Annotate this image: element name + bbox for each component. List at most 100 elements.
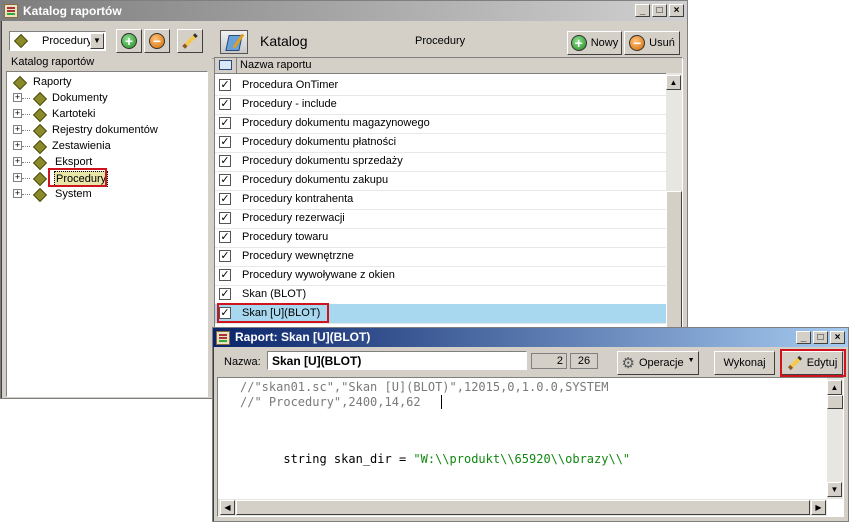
checkbox[interactable]: ✓ [219,288,231,300]
tree-label: Zestawienia [52,140,111,152]
report-name: Procedury dokumentu sprzedaży [242,155,403,167]
scroll-thumb[interactable] [827,395,843,409]
report-type-combo[interactable]: Procedury ▼ [9,31,106,51]
checkbox[interactable]: ✓ [219,79,231,91]
combo-value: Procedury [42,35,93,47]
minus-icon: − [149,33,165,49]
report-name: Skan (BLOT) [242,288,307,300]
report-row[interactable]: ✓ Procedury - include [215,95,666,115]
checkbox[interactable]: ✓ [219,174,231,186]
report-row[interactable]: ✓ Procedury rezerwacji [215,209,666,229]
chevron-down-icon[interactable]: ▼ [90,33,104,49]
report-name: Procedury kontrahenta [242,193,354,205]
report-name: Procedury wewnętrzne [242,250,354,262]
report-name: Procedury dokumentu zakupu [242,174,389,186]
annotation-box-selected-row [217,303,329,323]
expand-icon[interactable]: + [13,189,22,198]
remove-button[interactable]: − [144,29,170,53]
close-button[interactable]: × [830,331,845,344]
select-all-checkbox-icon[interactable] [219,60,232,70]
close-button[interactable]: × [669,4,684,17]
catalog-tree[interactable]: Raporty + Dokumenty + Kartoteki + Rejest… [6,71,208,397]
scroll-down-icon[interactable]: ▼ [827,482,842,497]
catalog-header-title: Katalog [260,33,308,49]
expand-icon[interactable]: + [13,141,22,150]
edit-folder-button[interactable] [177,29,203,53]
checkbox[interactable]: ✓ [219,212,231,224]
expand-icon[interactable]: + [13,109,22,118]
execute-label: Wykonaj [723,357,766,369]
report-titlebar[interactable]: Raport: Skan [U](BLOT) _ □ × [213,328,848,347]
report-row[interactable]: ✓ Procedury wewnętrzne [215,247,666,267]
report-row[interactable]: ✓ Procedury dokumentu sprzedaży [215,152,666,172]
code-line-2: //" Procedury",2400,14,62 [240,395,421,409]
name-value: Skan [U](BLOT) [272,354,362,368]
minus-icon: − [629,35,646,51]
list-column-header[interactable]: Nazwa raportu [215,58,682,74]
report-row[interactable]: ✓ Procedury towaru [215,228,666,248]
expand-icon[interactable]: + [13,93,22,102]
report-row[interactable]: ✓ Procedury dokumentu magazynowego [215,114,666,134]
expand-icon[interactable]: + [13,125,22,134]
diamond-icon [32,107,48,123]
code-line-5: string skan_dir = "W:\\produkt\\65920\\o… [240,438,630,480]
plus-icon: + [121,33,137,49]
checkbox[interactable]: ✓ [219,231,231,243]
column-name-header: Nazwa raportu [240,59,312,71]
diamond-icon [12,75,28,91]
scroll-left-icon[interactable]: ◀ [220,500,235,515]
report-icon [216,331,230,345]
delete-report-button[interactable]: − Usuń [624,31,680,55]
add-button[interactable]: + [116,29,142,53]
delete-report-label: Usuń [649,37,675,49]
catalog-header-subtitle: Procedury [415,35,466,47]
checkbox[interactable]: ✓ [219,193,231,205]
report-row[interactable]: ✓ Procedury dokumentu zakupu [215,171,666,191]
checkbox[interactable]: ✓ [219,250,231,262]
code-editor[interactable]: //"skan01.sc","Skan [U](BLOT)",12015,0,1… [217,377,844,517]
report-row[interactable]: ✓ Skan (BLOT) [215,285,666,305]
expand-icon[interactable]: + [13,157,22,166]
execute-button[interactable]: Wykonaj [714,351,775,375]
catalog-title: Katalog raportów [23,4,122,18]
checkbox[interactable]: ✓ [219,98,231,110]
report-catalog-icon [4,4,18,18]
report-name: Procedury wywoływane z okien [242,269,395,281]
editor-vscrollbar[interactable]: ▲ ▼ [827,378,843,499]
report-row[interactable]: ✓ Procedury wywoływane z okien [215,266,666,286]
scroll-right-icon[interactable]: ▶ [811,500,826,515]
scroll-up-icon[interactable]: ▲ [666,75,681,90]
hscroll-thumb[interactable] [236,500,810,515]
report-name: Procedury towaru [242,231,329,243]
report-row[interactable]: ✓ Procedury dokumentu płatności [215,133,666,153]
report-window: Raport: Skan [U](BLOT) _ □ × Nazwa: Skan… [212,327,849,522]
scroll-up-icon[interactable]: ▲ [827,380,842,395]
operations-button[interactable]: ⚙ Operacje ▼ [617,351,699,375]
catalog-folder-icon [220,30,248,54]
maximize-button[interactable]: □ [813,331,828,344]
diamond-icon [32,171,48,187]
report-row[interactable]: ✓ Procedura OnTimer [215,76,666,96]
pencil-icon [182,33,198,49]
maximize-button[interactable]: □ [652,4,667,17]
chevron-down-icon: ▼ [687,356,695,364]
line-number: 2 [531,353,567,369]
new-report-button[interactable]: + Nowy [567,31,622,55]
minimize-button[interactable]: _ [635,4,650,17]
name-field[interactable]: Skan [U](BLOT) [267,351,527,370]
checkbox[interactable]: ✓ [219,269,231,281]
expand-icon[interactable]: + [13,173,22,182]
checkbox[interactable]: ✓ [219,136,231,148]
checkbox[interactable]: ✓ [219,117,231,129]
checkbox[interactable]: ✓ [219,155,231,167]
tree-label: Raporty [33,76,72,88]
code-line-1: //"skan01.sc","Skan [U](BLOT)",12015,0,1… [240,380,609,394]
editor-hscrollbar[interactable]: ◀ ▶ [218,499,827,516]
diamond-icon [32,139,48,155]
tree-label: Dokumenty [52,92,108,104]
code-keyword: string skan_dir = [283,452,414,466]
catalog-titlebar[interactable]: Katalog raportów _ □ × [1,1,687,21]
report-row[interactable]: ✓ Procedury kontrahenta [215,190,666,210]
minimize-button[interactable]: _ [796,331,811,344]
procedure-diamond-icon [13,33,29,49]
